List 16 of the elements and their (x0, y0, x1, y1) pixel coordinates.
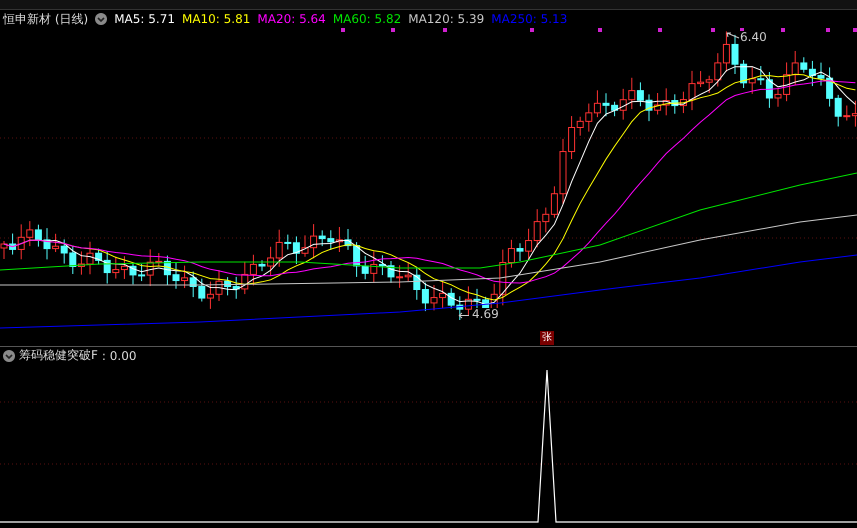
indicator-label: 筹码稳健突破F (19, 347, 98, 364)
ma-value: MA120: 5.39 (408, 12, 484, 26)
ma-value: MA60: 5.82 (332, 12, 402, 26)
indicator-value: : 0.00 (102, 348, 136, 362)
arrow-icon (458, 312, 470, 319)
arrow-icon (726, 32, 740, 40)
high-price-label: 6.40 (740, 31, 767, 44)
limit-up-badge: 张 (540, 331, 554, 345)
low-price-label: 4.69 (472, 308, 499, 321)
stock-title: 恒申新材 (日线) (3, 10, 88, 28)
ma-value: MA250: 5.13 (491, 12, 568, 26)
dropdown-icon[interactable] (95, 13, 108, 25)
ma-value: MA5: 5.71 (114, 12, 175, 26)
ma-value: MA20: 5.64 (257, 12, 326, 26)
dropdown-icon[interactable] (3, 350, 15, 362)
ma-value: MA10: 5.81 (182, 12, 250, 26)
